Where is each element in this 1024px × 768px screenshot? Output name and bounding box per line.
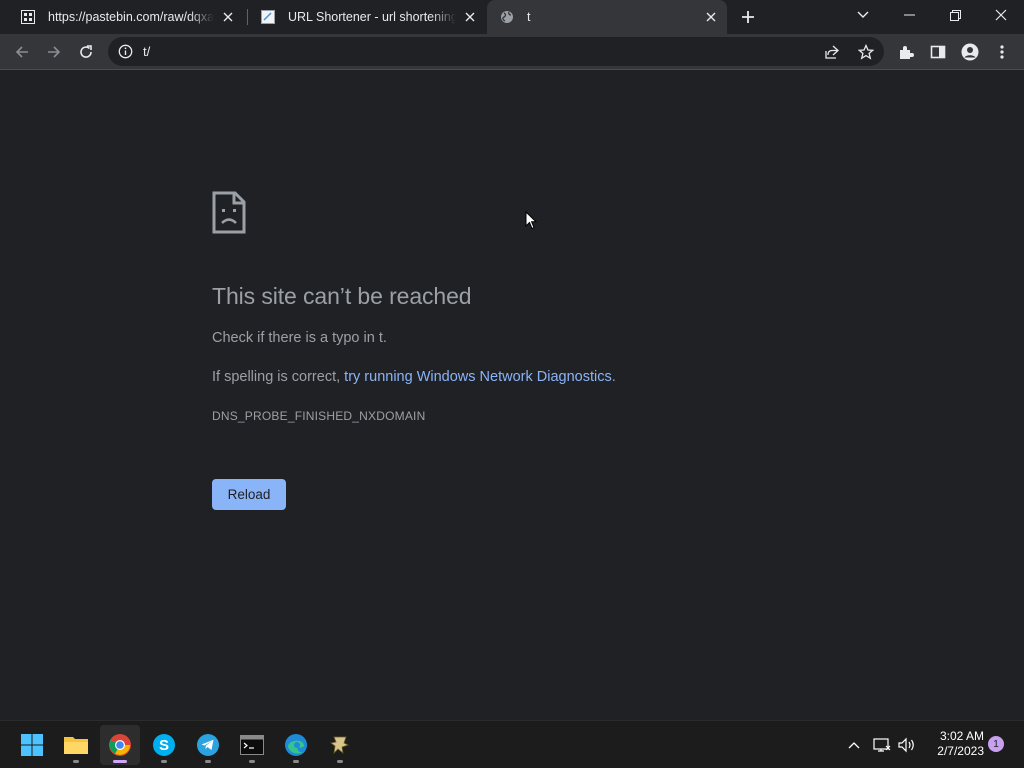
notification-badge[interactable]: 1 (988, 736, 1004, 752)
typo-hint: Check if there is a typo in t. (212, 330, 387, 346)
document-favicon-icon (260, 9, 276, 25)
close-tab-icon[interactable] (462, 9, 478, 25)
telegram-icon[interactable] (188, 725, 228, 765)
sad-page-icon (212, 191, 246, 234)
terminal-icon[interactable] (232, 725, 272, 765)
close-window-button[interactable] (978, 0, 1024, 30)
forward-button[interactable] (40, 38, 68, 66)
skype-icon[interactable]: S (144, 725, 184, 765)
close-tab-icon[interactable] (220, 9, 236, 25)
new-tab-button[interactable] (736, 5, 760, 29)
tab-pastebin[interactable]: https://pastebin.com/raw/dqxaxV (8, 0, 244, 34)
windows-taskbar: S 3:02 AM 2/7/2023 1 (0, 720, 1024, 768)
page-content: This site can’t be reached Check if ther… (0, 71, 1024, 720)
tab-title: t (527, 10, 531, 24)
diagnostics-prefix: If spelling is correct, (212, 369, 345, 385)
share-icon[interactable] (822, 42, 842, 62)
clock-time: 3:02 AM (939, 729, 984, 743)
app-icon-misc[interactable] (320, 725, 360, 765)
error-code: DNS_PROBE_FINISHED_NXDOMAIN (212, 409, 426, 423)
pastebin-favicon-icon (20, 9, 36, 25)
system-clock[interactable]: 3:02 AM 2/7/2023 (920, 729, 984, 759)
volume-icon[interactable] (895, 733, 919, 757)
mouse-cursor-icon (525, 210, 538, 230)
address-bar-url[interactable]: t/ (143, 44, 150, 59)
show-hidden-icons-chevron-icon[interactable] (842, 733, 866, 757)
tab-url-shortener[interactable]: URL Shortener - url shortening se (248, 0, 486, 34)
clock-date: 2/7/2023 (937, 744, 984, 758)
close-tab-icon[interactable] (703, 9, 719, 25)
menu-kebab-icon[interactable] (988, 38, 1016, 66)
restore-button[interactable] (932, 0, 978, 30)
tab-strip: https://pastebin.com/raw/dqxaxV URL Shor… (0, 0, 1024, 34)
tab-search-button[interactable] (840, 0, 886, 30)
reload-page-button[interactable] (72, 38, 100, 66)
network-diagnostics-link[interactable]: try running Windows Network Diagnostics (344, 369, 612, 385)
globe-icon (499, 9, 515, 25)
error-heading: This site can’t be reached (212, 283, 472, 309)
site-info-icon[interactable] (118, 44, 133, 59)
diagnostics-hint: If spelling is correct, try running Wind… (212, 369, 616, 385)
extensions-button[interactable] (892, 38, 920, 66)
bookmark-star-icon[interactable] (856, 42, 876, 62)
tab-title: https://pastebin.com/raw/dqxaxV (48, 10, 214, 24)
file-explorer-icon[interactable] (56, 725, 96, 765)
back-button[interactable] (8, 38, 36, 66)
address-bar[interactable]: t/ (108, 37, 884, 66)
side-panel-button[interactable] (924, 38, 952, 66)
profile-button[interactable] (956, 38, 984, 66)
tab-active-t[interactable]: t (487, 0, 727, 34)
browser-toolbar: t/ (0, 34, 1024, 70)
reload-button[interactable]: Reload (212, 479, 286, 510)
tab-title: URL Shortener - url shortening se (288, 10, 456, 24)
edge-icon[interactable] (276, 725, 316, 765)
diagnostics-suffix: . (611, 369, 616, 385)
minimize-button[interactable] (886, 0, 932, 30)
network-icon[interactable] (870, 733, 894, 757)
svg-text:S: S (159, 737, 169, 754)
start-button[interactable] (12, 725, 52, 765)
chrome-icon[interactable] (100, 725, 140, 765)
